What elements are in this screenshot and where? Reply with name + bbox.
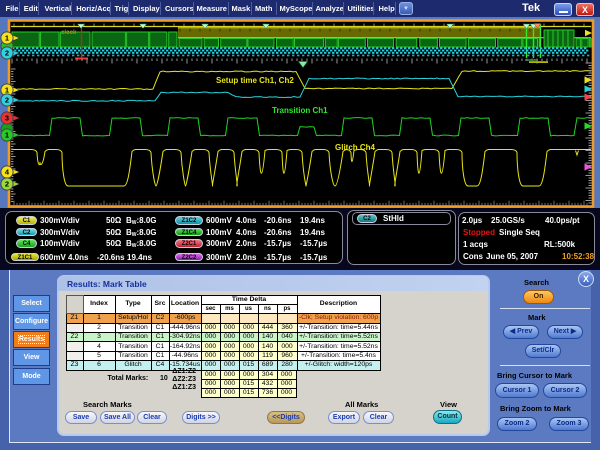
svg-text:2: 2 bbox=[5, 96, 9, 105]
svg-text:1: 1 bbox=[5, 131, 9, 140]
svg-text:2: 2 bbox=[5, 180, 9, 189]
svg-text:Setup time Ch1, Ch2: Setup time Ch1, Ch2 bbox=[216, 76, 294, 85]
svg-text:1: 1 bbox=[5, 86, 9, 95]
svg-text:Glitch Ch4: Glitch Ch4 bbox=[335, 143, 376, 152]
svg-text:1: 1 bbox=[5, 34, 9, 43]
svg-text:clock: clock bbox=[61, 30, 77, 36]
svg-text:2: 2 bbox=[5, 49, 9, 58]
svg-text:3: 3 bbox=[5, 114, 9, 123]
svg-text:Transition Ch1: Transition Ch1 bbox=[272, 106, 328, 115]
